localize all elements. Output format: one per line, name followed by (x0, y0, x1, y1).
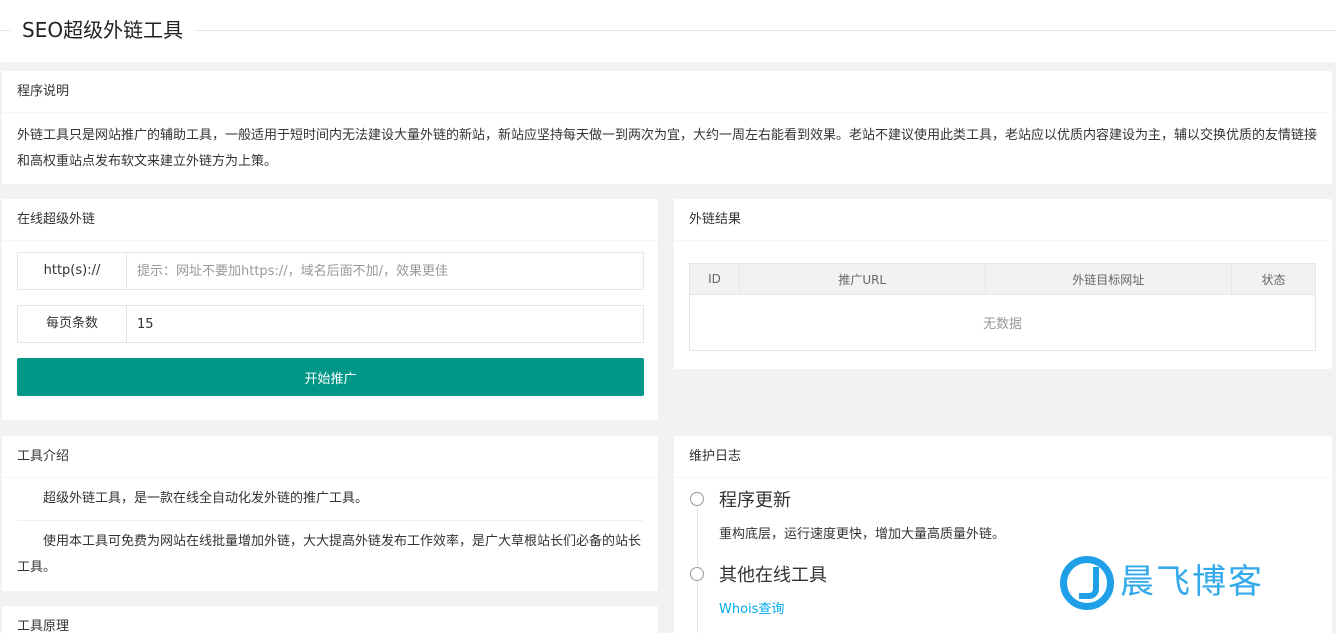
timeline-text: 重构底层，运行速度更快，增加大量高质量外链。 (719, 527, 1006, 542)
table-row: 无数据 (689, 294, 1316, 351)
per-page-label: 每页条数 (18, 306, 127, 342)
per-page-form-item: 每页条数 (17, 305, 644, 343)
maintenance-header: 维护日志 (674, 436, 1332, 478)
top-bar: SEO超级外链工具 (0, 0, 1336, 62)
program-desc-text: 外链工具只是网站推广的辅助工具，一般适用于短时间内无法建设大量外链的新站，新站应… (17, 128, 1318, 169)
col-promo-url: 推广URL (738, 263, 986, 295)
start-promotion-button[interactable]: 开始推广 (17, 358, 644, 396)
principle-header: 工具原理 (2, 606, 658, 633)
watermark: 晨飞博客 (1060, 552, 1290, 612)
program-desc-header: 程序说明 (2, 71, 1332, 113)
page-title: SEO超级外链工具 (10, 16, 196, 44)
url-form-item: http(s):// (17, 252, 644, 290)
timeline-dot-icon (690, 567, 704, 581)
results-table: ID 推广URL 外链目标网址 状态 无数据 (689, 263, 1316, 351)
principle-card: 工具原理 (2, 606, 658, 633)
col-id: ID (689, 263, 740, 295)
intro-header: 工具介绍 (2, 436, 658, 478)
timeline-line (697, 506, 698, 566)
intro-paragraph-1: 超级外链工具，是一款在线全自动化发外链的推广工具。 (43, 491, 369, 506)
results-card: 外链结果 ID 推广URL 外链目标网址 状态 无数据 (674, 199, 1332, 369)
per-page-input[interactable] (127, 306, 643, 342)
url-label: http(s):// (18, 253, 127, 289)
results-header-row: ID 推广URL 外链目标网址 状态 (689, 263, 1316, 295)
intro-card: 工具介绍 超级外链工具，是一款在线全自动化发外链的推广工具。 使用本工具可免费为… (2, 436, 658, 591)
timeline-line (697, 582, 698, 633)
empty-text: 无数据 (689, 294, 1316, 351)
intro-divider (17, 520, 643, 521)
online-form-card: 在线超级外链 http(s):// 每页条数 开始推广 (2, 199, 658, 420)
watermark-logo-icon (1060, 556, 1114, 610)
watermark-name: 晨飞博客 (1120, 562, 1264, 602)
timeline-title: 程序更新 (719, 490, 791, 511)
col-status: 状态 (1231, 263, 1316, 295)
timeline-dot-icon (690, 492, 704, 506)
whois-link[interactable]: Whois查询 (719, 598, 784, 617)
results-header: 外链结果 (674, 199, 1332, 241)
col-target-url: 外链目标网址 (984, 263, 1233, 295)
online-form-header: 在线超级外链 (2, 199, 658, 241)
program-desc-card: 程序说明 外链工具只是网站推广的辅助工具，一般适用于短时间内无法建设大量外链的新… (2, 71, 1332, 184)
url-input[interactable] (127, 253, 643, 289)
title-divider (0, 30, 1336, 31)
intro-paragraph-2: 使用本工具可免费为网站在线批量增加外链，大大提高外链发布工作效率，是广大草根站长… (17, 534, 642, 575)
timeline-title: 其他在线工具 (719, 565, 827, 586)
